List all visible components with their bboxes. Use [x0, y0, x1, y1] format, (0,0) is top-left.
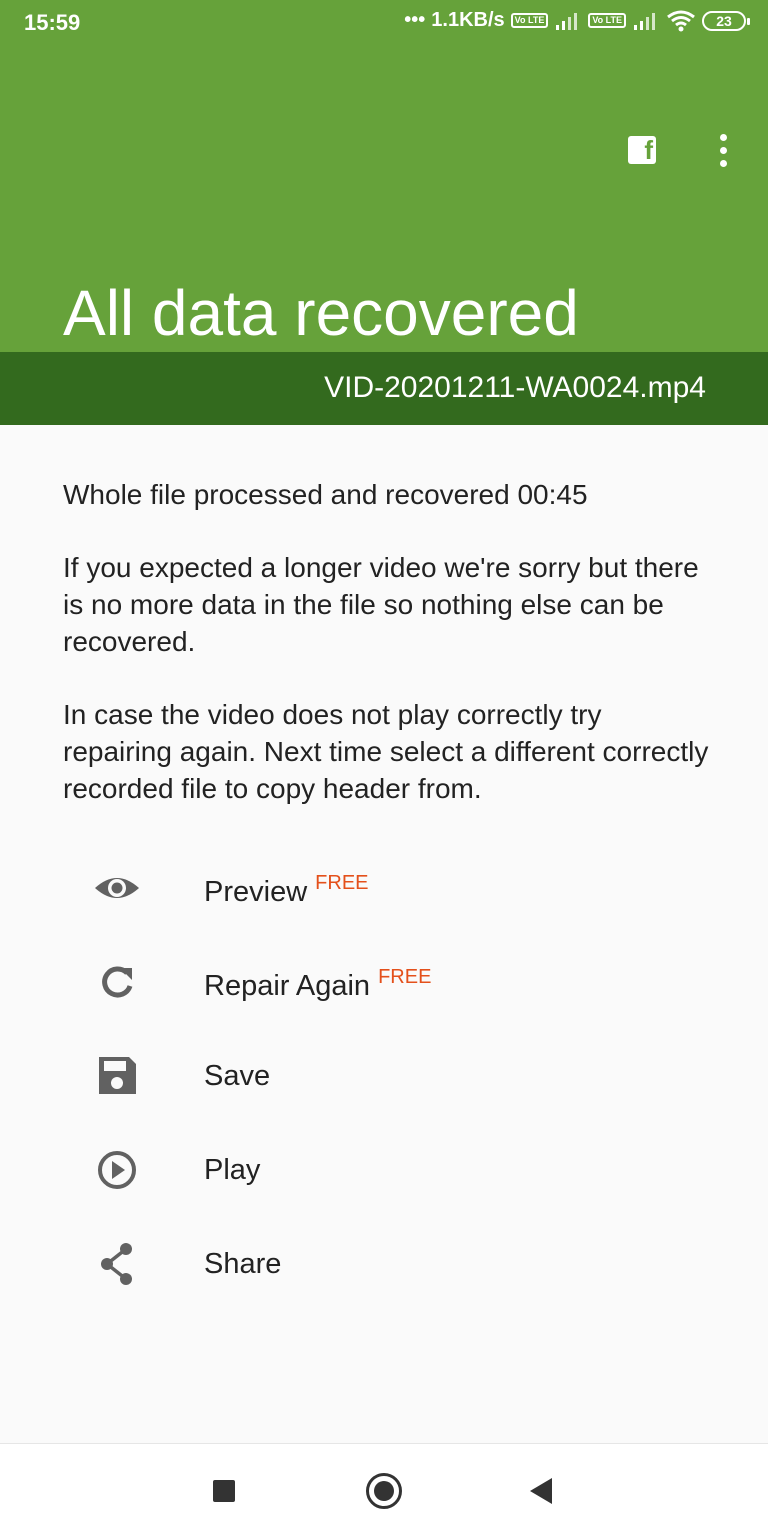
- preview-label: Preview FREE: [204, 872, 369, 908]
- file-name: VID-20201211-WA0024.mp4: [324, 371, 706, 404]
- signal-icon: [556, 12, 578, 30]
- save-label: Save: [204, 1060, 271, 1092]
- free-badge: FREE: [315, 872, 369, 894]
- status-bar: 15:59 ••• 1.1KB/s Vo LTE Vo LTE 23: [0, 0, 768, 48]
- play-action[interactable]: Play: [80, 1128, 640, 1208]
- save-action[interactable]: Save: [80, 1034, 640, 1114]
- wifi-icon: [667, 10, 695, 31]
- notification-dots-icon: •••: [404, 9, 426, 31]
- share-icon: [101, 1243, 132, 1285]
- repair-again-action[interactable]: Repair Again FREE: [80, 940, 640, 1020]
- floppy-disk-icon: [99, 1057, 136, 1094]
- home-button[interactable]: [366, 1473, 402, 1509]
- result-description: Whole file processed and recovered 00:45…: [63, 476, 713, 843]
- preview-action[interactable]: Preview FREE: [80, 846, 640, 926]
- volte-icon-2: Vo LTE: [588, 13, 626, 28]
- battery-icon: 23: [702, 10, 750, 31]
- play-label: Play: [204, 1154, 261, 1186]
- app-bar: f All data recovered: [0, 48, 768, 352]
- facebook-icon[interactable]: f: [628, 135, 656, 165]
- page-title: All data recovered: [63, 277, 579, 349]
- overflow-menu-icon[interactable]: [712, 132, 736, 168]
- eye-icon: [95, 878, 139, 898]
- status-icons: ••• 1.1KB/s Vo LTE Vo LTE 23: [404, 9, 750, 32]
- play-circle-icon: [98, 1151, 136, 1189]
- refresh-icon: [102, 966, 133, 998]
- system-nav-bar: [0, 1443, 768, 1537]
- file-name-bar: VID-20201211-WA0024.mp4: [0, 352, 768, 425]
- recovery-summary: Whole file processed and recovered 00:45: [63, 479, 588, 510]
- repair-again-label: Repair Again FREE: [204, 966, 432, 1002]
- free-badge: FREE: [378, 966, 432, 988]
- network-speed: 1.1KB/s: [431, 9, 505, 31]
- repair-hint: In case the video does not play correctl…: [63, 699, 709, 804]
- share-label: Share: [204, 1248, 282, 1280]
- status-time: 15:59: [24, 10, 81, 35]
- signal-icon-2: [634, 12, 655, 30]
- recents-button[interactable]: [213, 1480, 235, 1502]
- back-button[interactable]: [530, 1478, 552, 1504]
- share-action[interactable]: Share: [80, 1222, 640, 1302]
- volte-icon: Vo LTE: [510, 13, 549, 28]
- no-more-data-note: If you expected a longer video we're sor…: [63, 552, 699, 657]
